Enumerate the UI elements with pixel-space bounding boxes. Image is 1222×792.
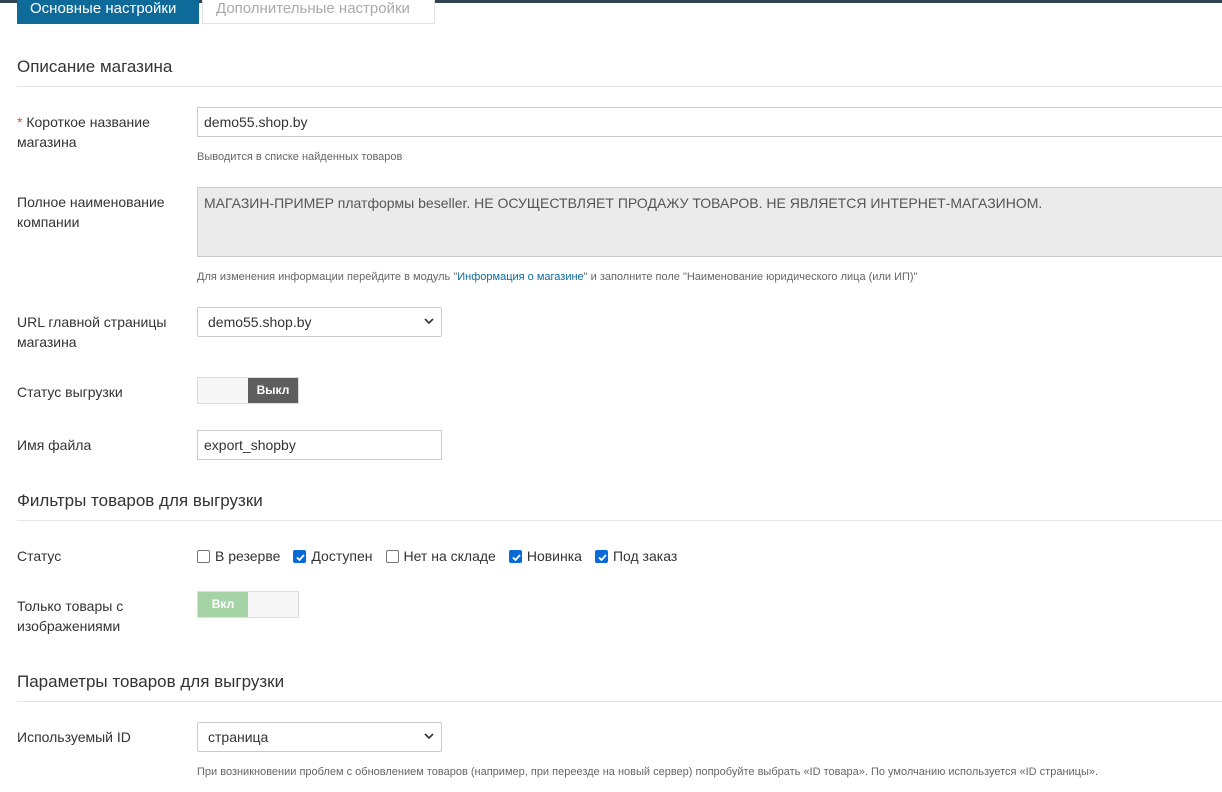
tab-additional-settings[interactable]: Дополнительные настройки: [202, 0, 435, 24]
used-id-label: Используемый ID: [17, 729, 131, 745]
full-name-hint-after: " и заполните поле "Наименование юридиче…: [583, 271, 918, 283]
checkbox-checked[interactable]: [293, 549, 307, 563]
images-only-label: Только товары с изображениями: [17, 598, 124, 634]
toggle-state-label: Выкл: [248, 378, 298, 403]
checkmark-icon: [512, 553, 521, 561]
used-id-hint: При возникновении проблем с обновлением …: [197, 766, 1099, 778]
chevron-down-icon: [424, 318, 434, 325]
status-label: Статус: [17, 548, 62, 564]
used-id-select[interactable]: страница: [197, 722, 442, 752]
export-status-label: Статус выгрузки: [17, 384, 123, 400]
export-status-toggle[interactable]: Выкл: [197, 377, 299, 404]
section-title-store: Описание магазина: [17, 57, 173, 76]
store-info-link[interactable]: Информация о магазине: [457, 271, 583, 283]
full-name-hint: Для изменения информации перейдите в мод…: [197, 271, 917, 283]
full-name-field: МАГАЗИН-ПРИМЕР платформы beseller. НЕ ОС…: [197, 187, 1222, 257]
short-name-hint: Выводится в списке найденных товаров: [197, 151, 403, 163]
required-mark: *: [17, 114, 23, 130]
status-option-reserve[interactable]: В резерве: [197, 548, 280, 564]
checkmark-icon: [296, 553, 306, 561]
status-checkbox-group: В резерве Доступен Нет на складе Новинка…: [197, 547, 690, 565]
url-select-value: demo55.shop.by: [208, 314, 312, 330]
used-id-select-value: страница: [208, 729, 269, 745]
section-title-filters: Фильтры товаров для выгрузки: [17, 491, 263, 510]
checkbox-label: Нет на складе: [403, 548, 496, 564]
url-select[interactable]: demo55.shop.by: [197, 307, 442, 337]
checkbox-label: Доступен: [311, 548, 373, 564]
images-only-toggle[interactable]: Вкл: [197, 591, 299, 618]
full-name-label: Полное наименование компании: [17, 194, 165, 230]
status-option-out-of-stock[interactable]: Нет на складе: [385, 548, 496, 564]
section-title-params: Параметры товаров для выгрузки: [17, 672, 285, 691]
toggle-state-label: Вкл: [198, 592, 248, 617]
checkbox-label: В резерве: [215, 548, 281, 564]
section-divider: [17, 520, 1222, 521]
chevron-down-icon: [424, 733, 434, 740]
full-name-hint-before: Для изменения информации перейдите в мод…: [197, 271, 458, 283]
short-name-label: * Короткое название магазина: [17, 112, 187, 152]
checkbox[interactable]: [385, 549, 399, 563]
tab-main-settings[interactable]: Основные настройки: [17, 0, 199, 24]
file-name-label: Имя файла: [17, 437, 92, 453]
checkbox-label: Под заказ: [612, 548, 678, 564]
checkbox[interactable]: [197, 549, 210, 563]
url-label: URL главной страницы магазина: [17, 314, 167, 350]
status-option-new[interactable]: Новинка: [508, 548, 582, 564]
short-name-input[interactable]: [197, 107, 1222, 137]
short-name-label-text: Короткое название магазина: [17, 114, 150, 150]
status-option-available[interactable]: Доступен: [293, 548, 373, 564]
file-name-input[interactable]: [197, 430, 442, 460]
section-divider: [17, 86, 1222, 87]
checkbox-checked[interactable]: [508, 549, 522, 563]
checkbox-checked[interactable]: [594, 549, 608, 563]
section-divider: [17, 701, 1222, 702]
checkmark-icon: [598, 553, 607, 561]
checkbox-label: Новинка: [526, 548, 582, 564]
status-option-on-order[interactable]: Под заказ: [594, 548, 678, 564]
